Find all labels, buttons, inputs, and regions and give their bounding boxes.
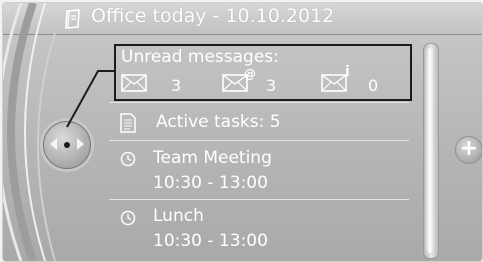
unread-sms-count: 3 bbox=[171, 76, 182, 95]
appointment-time: 10:30 - 13:00 bbox=[153, 231, 268, 251]
appointment-title: Lunch bbox=[153, 206, 204, 226]
appointment-time: 10:30 - 13:00 bbox=[153, 173, 268, 193]
info-superscript: i bbox=[345, 64, 350, 80]
clock-icon bbox=[120, 151, 136, 167]
email-superscript: @ bbox=[244, 67, 256, 81]
scrollbar-thumb[interactable] bbox=[426, 48, 434, 253]
controller-knob[interactable] bbox=[43, 121, 91, 169]
clock-icon bbox=[120, 210, 136, 226]
separator bbox=[109, 140, 409, 141]
arrow-left-icon bbox=[50, 138, 57, 150]
unread-messages-label: Unread messages: bbox=[121, 47, 279, 67]
arrow-right-icon bbox=[77, 138, 84, 150]
unread-info-count: 0 bbox=[368, 76, 379, 95]
unread-messages-panel[interactable]: Unread messages: 3 @ 3 i 0 bbox=[114, 44, 412, 101]
plus-button[interactable]: + bbox=[455, 136, 482, 164]
active-tasks-label: Active tasks: 5 bbox=[156, 112, 281, 132]
separator bbox=[109, 199, 409, 200]
envelope-info-icon bbox=[321, 73, 347, 93]
document-icon bbox=[120, 113, 136, 133]
scrollbar[interactable] bbox=[423, 43, 439, 259]
separator bbox=[109, 102, 409, 103]
appointment-title: Team Meeting bbox=[153, 148, 272, 168]
controller-center-dot bbox=[64, 142, 70, 148]
office-screen: Office today - 10.10.2012 Unread message… bbox=[2, 2, 483, 262]
envelope-icon bbox=[121, 73, 147, 93]
unread-email-count: 3 bbox=[266, 76, 277, 95]
